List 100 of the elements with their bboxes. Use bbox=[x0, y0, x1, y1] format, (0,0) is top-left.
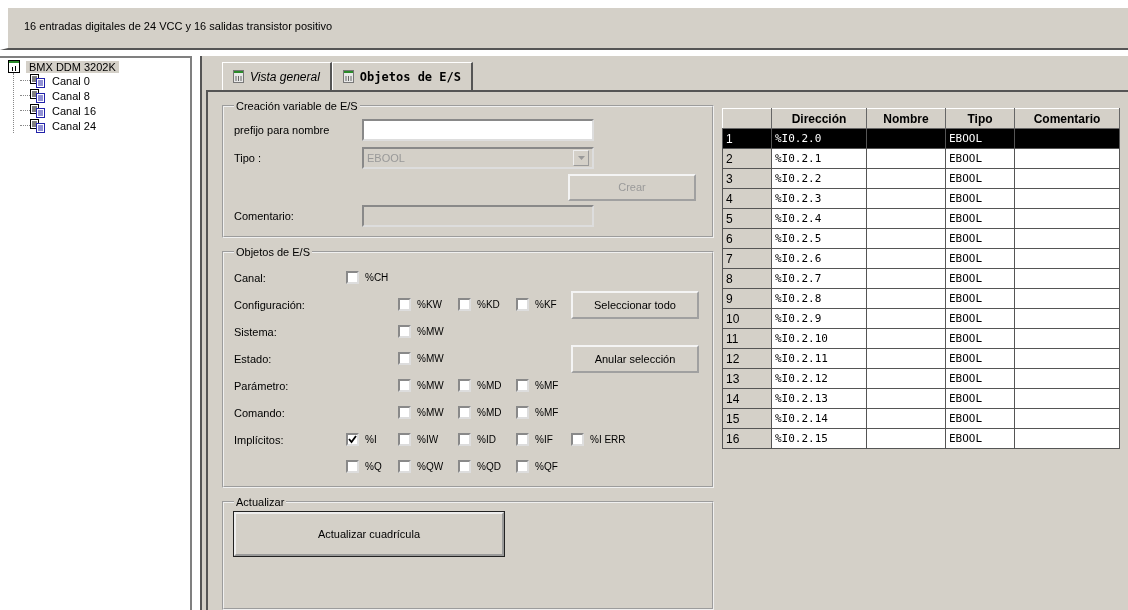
row-label: Sistema: bbox=[234, 325, 278, 338]
table-row[interactable]: 10 %I0.2.9 EBOOL bbox=[722, 308, 1120, 329]
checkbox[interactable] bbox=[346, 271, 359, 284]
checkbox-label: %CH bbox=[365, 272, 389, 283]
tree-item[interactable]: BMX DDM 3202K bbox=[26, 60, 119, 73]
checkbox-label: %KW bbox=[417, 299, 442, 310]
table-row[interactable]: 15 %I0.2.14 EBOOL bbox=[722, 408, 1120, 429]
checkbox-label: %I bbox=[365, 434, 377, 445]
checkbox[interactable] bbox=[398, 352, 411, 365]
checkbox[interactable] bbox=[458, 460, 471, 473]
tree-item[interactable]: Canal 24 bbox=[52, 119, 97, 132]
row-label: Comando: bbox=[234, 406, 286, 419]
documents-icon bbox=[30, 73, 46, 88]
table-row[interactable]: 8 %I0.2.7 EBOOL bbox=[722, 268, 1120, 289]
row-label: Configuración: bbox=[234, 298, 306, 311]
input-field[interactable] bbox=[362, 119, 594, 141]
checkbox-label: %MF bbox=[535, 380, 559, 391]
checkbox-label: %MW bbox=[417, 353, 444, 364]
table-row[interactable]: 7 %I0.2.6 EBOOL bbox=[722, 248, 1120, 269]
table-row[interactable]: 2 %I0.2.1 EBOOL bbox=[722, 148, 1120, 169]
column-header[interactable]: Dirección bbox=[771, 108, 867, 129]
checkbox[interactable] bbox=[398, 298, 411, 311]
checkbox-label: %MW bbox=[417, 380, 444, 391]
checkbox[interactable] bbox=[398, 325, 411, 338]
checkbox-label: %IF bbox=[535, 434, 553, 445]
table-row[interactable]: 16 %I0.2.15 EBOOL bbox=[722, 428, 1120, 449]
module-icon bbox=[8, 60, 20, 73]
documents-icon bbox=[30, 103, 46, 118]
checkbox[interactable] bbox=[516, 298, 529, 311]
deselect-button[interactable]: Anular selección bbox=[571, 344, 699, 373]
row-number: 16 bbox=[722, 428, 772, 449]
tree-item[interactable]: Canal 16 bbox=[52, 104, 97, 117]
table-row[interactable]: 13 %I0.2.12 EBOOL bbox=[722, 368, 1120, 389]
checkbox-label: %QD bbox=[477, 461, 501, 472]
table-row[interactable]: 5 %I0.2.4 EBOOL bbox=[722, 208, 1120, 229]
table-row[interactable]: 4 %I0.2.3 EBOOL bbox=[722, 188, 1120, 209]
checkbox[interactable] bbox=[398, 406, 411, 419]
checkbox-label: %I ERR bbox=[590, 434, 626, 445]
checkbox-label: %MD bbox=[477, 380, 502, 391]
column-header[interactable]: Tipo bbox=[945, 108, 1015, 129]
group-title: Objetos de E/S bbox=[235, 246, 311, 258]
checkbox-label: %KD bbox=[477, 299, 500, 310]
row-number: 8 bbox=[722, 268, 772, 289]
checkbox[interactable] bbox=[516, 379, 529, 392]
checkbox[interactable] bbox=[571, 433, 584, 446]
checkbox-label: %KF bbox=[535, 299, 557, 310]
row-number: 13 bbox=[722, 368, 772, 389]
checkbox[interactable] bbox=[398, 460, 411, 473]
checkbox[interactable] bbox=[398, 433, 411, 446]
row-label: Parámetro: bbox=[234, 379, 290, 392]
row-label: Estado: bbox=[234, 352, 273, 365]
dropdown-arrow-icon bbox=[577, 156, 585, 160]
row-number: 11 bbox=[722, 328, 772, 349]
checkbox[interactable] bbox=[516, 460, 529, 473]
module-icon bbox=[342, 70, 354, 83]
row-number: 7 bbox=[722, 248, 772, 269]
group-title: Actualizar bbox=[235, 496, 286, 508]
checkbox-label: %MF bbox=[535, 407, 559, 418]
refresh-grid-button[interactable]: Actualizar cuadrícula bbox=[234, 512, 504, 556]
documents-icon bbox=[30, 118, 46, 133]
row-number: 10 bbox=[722, 308, 772, 329]
checkbox-label: %Q bbox=[365, 461, 382, 472]
table-row[interactable]: 11 %I0.2.10 EBOOL bbox=[722, 328, 1120, 349]
checkbox[interactable] bbox=[458, 433, 471, 446]
row-number: 4 bbox=[722, 188, 772, 209]
column-header[interactable]: Comentario bbox=[1014, 108, 1120, 129]
table-row[interactable]: 14 %I0.2.13 EBOOL bbox=[722, 388, 1120, 409]
row-number: 6 bbox=[722, 228, 772, 249]
checkbox[interactable] bbox=[516, 406, 529, 419]
tree-item[interactable]: Canal 0 bbox=[52, 74, 90, 87]
checkbox[interactable] bbox=[346, 460, 359, 473]
tab[interactable]: Objetos de E/S bbox=[331, 62, 473, 90]
checkbox-label: %MD bbox=[477, 407, 502, 418]
tree-item[interactable]: Canal 8 bbox=[52, 89, 90, 102]
table-row[interactable]: 1 %I0.2.0 EBOOL bbox=[722, 128, 1120, 149]
checkbox[interactable] bbox=[458, 406, 471, 419]
table-row[interactable]: 9 %I0.2.8 EBOOL bbox=[722, 288, 1120, 309]
row-number: 9 bbox=[722, 288, 772, 309]
checkbox[interactable] bbox=[398, 379, 411, 392]
table-row[interactable]: 12 %I0.2.11 EBOOL bbox=[722, 348, 1120, 369]
row-label: Canal: bbox=[234, 271, 267, 284]
checkbox[interactable] bbox=[516, 433, 529, 446]
checkbox[interactable] bbox=[458, 379, 471, 392]
tab[interactable]: Vista general bbox=[222, 62, 332, 90]
checkbox-label: %QW bbox=[417, 461, 444, 472]
column-header[interactable]: Nombre bbox=[866, 108, 946, 129]
row-number: 14 bbox=[722, 388, 772, 409]
checkbox-label: %MW bbox=[417, 407, 444, 418]
module-icon bbox=[233, 70, 244, 83]
row-number: 1 bbox=[722, 128, 772, 149]
row-number: 15 bbox=[722, 408, 772, 429]
row-number: 3 bbox=[722, 168, 772, 189]
row-number: 12 bbox=[722, 348, 772, 369]
checkbox[interactable] bbox=[346, 433, 359, 446]
table-row[interactable]: 6 %I0.2.5 EBOOL bbox=[722, 228, 1120, 249]
documents-icon bbox=[30, 88, 46, 103]
table-row[interactable]: 3 %I0.2.2 EBOOL bbox=[722, 168, 1120, 189]
select-all-button[interactable]: Seleccionar todo bbox=[571, 290, 699, 319]
row-label: Implícitos: bbox=[234, 433, 285, 446]
checkbox[interactable] bbox=[458, 298, 471, 311]
